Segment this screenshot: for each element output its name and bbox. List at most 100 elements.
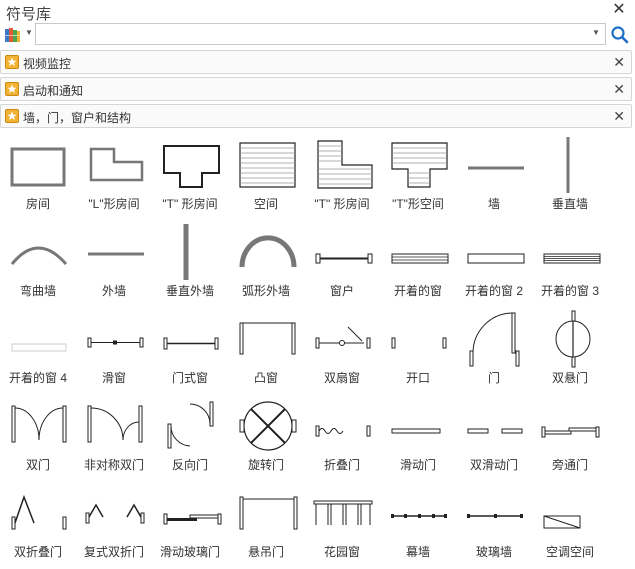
shape-label: 滑动门: [399, 458, 436, 472]
shape-label: 弧形外墙: [241, 284, 290, 298]
shape-double-bifold-door[interactable]: 复式双折门: [76, 483, 152, 569]
open-window-shape-icon: [391, 253, 449, 264]
room-shape-icon: [10, 147, 66, 187]
bay-window-shape-icon: [239, 322, 296, 355]
shape-label: 折叠门: [323, 458, 360, 472]
close-icon[interactable]: ✕: [613, 53, 625, 71]
shape-sliding-glass-door[interactable]: 滑动玻璃门: [152, 483, 228, 569]
sliding-door-shape-icon: [391, 428, 441, 434]
shape-bay-window[interactable]: 凸窗: [228, 309, 304, 395]
library-tab-walls-doors-windows[interactable]: 墙，门，窗户和结构 ✕: [0, 104, 632, 128]
shape-ac-space[interactable]: 空调空间: [532, 483, 608, 569]
shape-arc-exterior-wall[interactable]: 弧形外墙: [228, 222, 304, 308]
shape-curtain-wall[interactable]: 幕墙: [380, 483, 456, 569]
shape-open-window-4[interactable]: 开着的窗 4: [0, 309, 76, 395]
shape-wall[interactable]: 墙: [456, 135, 532, 221]
chevron-down-icon: ▼: [25, 28, 33, 37]
library-tab-label: 启动和通知: [23, 84, 84, 98]
shape-t-room-2[interactable]: "T" 形房间: [304, 135, 380, 221]
shape-open-window-2[interactable]: 开着的窗 2: [456, 222, 532, 308]
shape-label: 开着的窗 2: [464, 284, 523, 298]
library-menu-button[interactable]: ▼: [4, 26, 33, 44]
arc-exterior-wall-shape-icon: [239, 235, 297, 268]
shape-label: 空调空间: [545, 545, 594, 559]
close-icon[interactable]: ✕: [613, 107, 625, 125]
shape-curved-wall[interactable]: 弯曲墙: [0, 222, 76, 308]
shape-sliding-window[interactable]: 滑窗: [76, 309, 152, 395]
hanging-door-shape-icon: [239, 496, 298, 530]
shape-label: 空间: [253, 197, 278, 211]
library-tab-label: 墙，门，窗户和结构: [23, 111, 132, 125]
sliding-window-shape-icon: [87, 337, 144, 348]
shape-bifold-door[interactable]: 双折叠门: [0, 483, 76, 569]
revolving-door-shape-icon: [239, 401, 297, 451]
bypass-door-shape-icon: [541, 426, 600, 438]
shape-open-window-3[interactable]: 开着的窗 3: [532, 222, 608, 308]
shape-door[interactable]: 门: [456, 309, 532, 395]
search-button[interactable]: [610, 25, 630, 45]
shape-label: 开着的窗 3: [540, 284, 599, 298]
search-input[interactable]: [35, 23, 606, 45]
shape-bypass-door[interactable]: 旁通门: [532, 396, 608, 482]
shape-open-window[interactable]: 开着的窗: [380, 222, 456, 308]
shape-label: "T" 形房间: [162, 197, 218, 211]
shape-reverse-door[interactable]: 反向门: [152, 396, 228, 482]
double-bifold-door-shape-icon: [85, 503, 145, 524]
shape-t-room[interactable]: "T" 形房间: [152, 135, 228, 221]
shape-vertical-wall[interactable]: 垂直墙: [532, 135, 608, 221]
shape-label: 窗户: [329, 284, 354, 298]
shape-t-space[interactable]: "T"形空间: [380, 135, 456, 221]
library-tab-video-surveillance[interactable]: 视频监控 ✕: [0, 50, 632, 74]
shape-double-sliding-door[interactable]: 双滑动门: [456, 396, 532, 482]
search-row: ▼ ▼: [0, 22, 635, 48]
shape-double-casement-window[interactable]: 双扇窗: [304, 309, 380, 395]
search-dropdown-icon[interactable]: ▼: [592, 28, 600, 37]
shape-exterior-wall[interactable]: 外墙: [76, 222, 152, 308]
shape-l-room[interactable]: "L"形房间: [76, 135, 152, 221]
shape-opening[interactable]: 开口: [380, 309, 456, 395]
window-shape-icon: [315, 253, 373, 264]
exterior-wall-shape-icon: [88, 252, 144, 256]
shape-label: "T"形空间: [392, 197, 444, 211]
shape-glass-wall[interactable]: 玻璃墙: [456, 483, 532, 569]
library-tab-startup-notification[interactable]: 启动和通知 ✕: [0, 77, 632, 101]
shape-vertical-exterior-wall[interactable]: 垂直外墙: [152, 222, 228, 308]
l-room-shape-icon: [89, 147, 144, 182]
shape-door-window[interactable]: 门式窗: [152, 309, 228, 395]
shape-garden-window[interactable]: 花园窗: [304, 483, 380, 569]
door-shape-icon: [469, 312, 520, 367]
shape-double-door[interactable]: 双门: [0, 396, 76, 482]
shape-window[interactable]: 窗户: [304, 222, 380, 308]
close-icon[interactable]: ✕: [613, 80, 625, 98]
shape-label: 开着的窗 4: [8, 371, 67, 385]
space-shape-icon: [239, 142, 296, 188]
shape-sliding-door[interactable]: 滑动门: [380, 396, 456, 482]
shape-asymmetric-double-door[interactable]: 非对称双门: [76, 396, 152, 482]
asymmetric-double-door-shape-icon: [87, 405, 143, 443]
garden-window-shape-icon: [313, 500, 373, 525]
curtain-wall-shape-icon: [391, 514, 447, 518]
shape-label: 玻璃墙: [475, 545, 512, 559]
door-window-shape-icon: [163, 337, 219, 350]
shape-space[interactable]: 空间: [228, 135, 304, 221]
shape-hanging-door[interactable]: 悬吊门: [228, 483, 304, 569]
shape-revolving-door[interactable]: 旋转门: [228, 396, 304, 482]
star-tile-icon: [5, 82, 19, 96]
shape-label: 滑窗: [101, 371, 126, 385]
shape-label: "L"形房间: [88, 197, 140, 211]
double-hung-door-shape-icon: [555, 310, 591, 368]
shape-label: 开着的窗: [393, 284, 442, 298]
shape-label: 双扇窗: [323, 371, 360, 385]
shape-double-hung-door[interactable]: 双悬门: [532, 309, 608, 395]
shape-label: 外墙: [101, 284, 126, 298]
t-space-shape-icon: [391, 142, 448, 188]
close-icon[interactable]: ✕: [611, 2, 627, 18]
folding-door-shape-icon: [315, 425, 371, 437]
open-window-4-shape-icon: [11, 343, 67, 352]
t-room-shape-icon: [163, 145, 220, 188]
shape-label: 花园窗: [323, 545, 360, 559]
double-casement-window-shape-icon: [315, 326, 371, 349]
shape-room[interactable]: 房间: [0, 135, 76, 221]
shape-label: 垂直外墙: [165, 284, 214, 298]
shape-folding-door[interactable]: 折叠门: [304, 396, 380, 482]
